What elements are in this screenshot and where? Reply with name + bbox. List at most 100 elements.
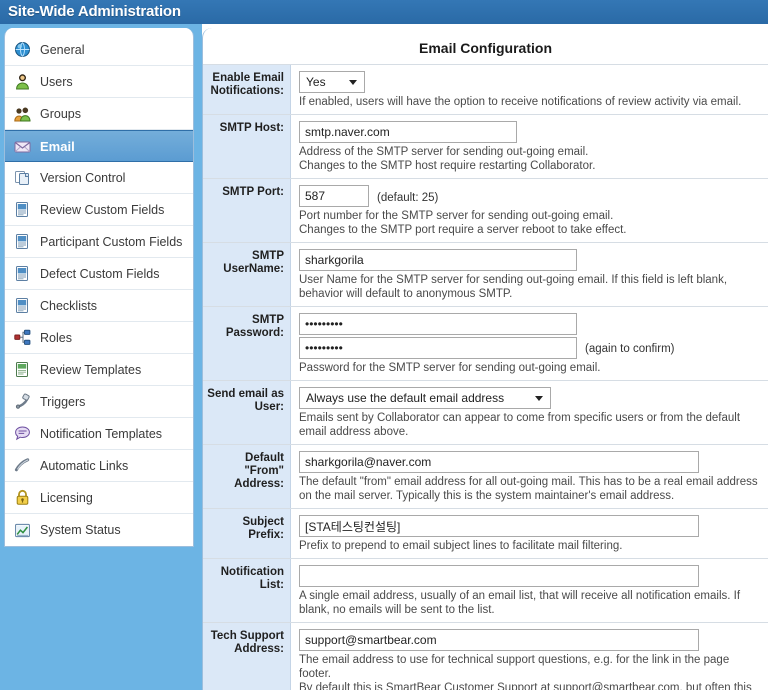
users-group-icon: [14, 105, 31, 122]
input-smtp-port[interactable]: [299, 185, 369, 207]
sidebar-item-label: Licensing: [40, 490, 93, 505]
field-label-smtp-password: SMTP Password:: [203, 307, 291, 380]
field-body-tech-support-address: The email address to use for technical s…: [291, 623, 768, 690]
smtp-password-confirm-input[interactable]: [299, 337, 577, 359]
sidebar-item-label: Checklists: [40, 298, 97, 313]
form-row-tech-support-address: Tech Support Address:The email address t…: [203, 622, 768, 690]
sidebar-item-label: Users: [40, 74, 73, 89]
field-help-smtp-username: User Name for the SMTP server for sendin…: [299, 274, 728, 300]
field-body-subject-prefix: Prefix to prepend to email subject lines…: [291, 509, 768, 558]
select-value: Always use the default email address: [306, 391, 505, 405]
sidebar-item-label: General: [40, 42, 85, 57]
sidebar-item-notification-templates[interactable]: Notification Templates: [5, 418, 193, 450]
field-help-default-from-address: The default "from" email address for all…: [299, 476, 758, 502]
chevron-down-icon: [535, 396, 543, 401]
field-help-subject-prefix: Prefix to prepend to email subject lines…: [299, 540, 623, 552]
field-help-smtp-password: Password for the SMTP server for sending…: [299, 362, 601, 374]
smtp-password-input[interactable]: [299, 313, 577, 335]
field-label-tech-support-address: Tech Support Address:: [203, 623, 291, 690]
field-help-enable-email-notifications: If enabled, users will have the option t…: [299, 96, 742, 108]
document-blue-icon: [14, 297, 31, 314]
input-default-from-address[interactable]: [299, 451, 699, 473]
field-body-default-from-address: The default "from" email address for all…: [291, 445, 768, 508]
field-body-send-email-as-user: Always use the default email address Emai…: [291, 381, 768, 444]
sidebar-item-label: Roles: [40, 330, 72, 345]
user-icon: [14, 73, 31, 90]
app-header: Site-Wide Administration: [0, 0, 768, 24]
envelope-icon: [14, 138, 31, 155]
sidebar-item-participant-custom-fields[interactable]: Participant Custom Fields: [5, 226, 193, 258]
sidebar-item-email[interactable]: Email: [5, 130, 193, 162]
field-body-smtp-host: Address of the SMTP server for sending o…: [291, 115, 768, 178]
field-note-smtp-port: (default: 25): [377, 191, 439, 204]
form-row-default-from-address: Default "From" Address: The default "from…: [203, 444, 768, 508]
sidebar-item-label: Version Control: [40, 170, 126, 185]
sidebar-item-label: Email: [40, 138, 75, 154]
field-help-send-email-as-user: Emails sent by Collaborator can appear t…: [299, 412, 741, 438]
email-configuration-form: Enable Email Notifications: Yes If enabled…: [203, 64, 768, 690]
sidebar-item-label: System Status: [40, 523, 121, 537]
form-row-smtp-port: SMTP Port: (default: 25) Port number for t…: [203, 178, 768, 242]
sidebar-item-label: Participant Custom Fields: [40, 234, 183, 249]
sidebar-item-licensing[interactable]: Licensing: [5, 482, 193, 514]
sidebar-item-general[interactable]: General: [5, 34, 193, 66]
sidebar-item-triggers[interactable]: Triggers: [5, 386, 193, 418]
sidebar-item-checklists[interactable]: Checklists: [5, 290, 193, 322]
document-green-icon: [14, 361, 31, 378]
network-nodes-icon: [14, 329, 31, 346]
sidebar-item-automatic-links[interactable]: Automatic Links: [5, 450, 193, 482]
input-subject-prefix[interactable]: [299, 515, 699, 537]
field-label-enable-email-notifications: Enable Email Notifications:: [203, 65, 291, 114]
sidebar-item-label: Defect Custom Fields: [40, 266, 160, 281]
main-panel: Email Configuration Enable Email Notific…: [202, 28, 768, 690]
field-body-enable-email-notifications: Yes If enabled, users will have the optio…: [291, 65, 768, 114]
chain-link-icon: [14, 457, 31, 474]
form-row-smtp-username: SMTP UserName: User Name for the SMTP ser…: [203, 242, 768, 306]
input-notification-list[interactable]: [299, 565, 699, 587]
field-label-default-from-address: Default "From" Address:: [203, 445, 291, 508]
select-send-email-as-user[interactable]: Always use the default email address: [299, 387, 551, 409]
field-help-notification-list: A single email address, usually of an em…: [299, 590, 741, 616]
field-body-smtp-port: (default: 25) Port number for the SMTP se…: [291, 179, 768, 242]
input-tech-support-address[interactable]: [299, 629, 699, 651]
chevron-down-icon: [349, 80, 357, 85]
lock-icon: [14, 489, 31, 506]
sidebar-item-system-status[interactable]: System Status: [5, 514, 193, 546]
field-label-notification-list: Notification List:: [203, 559, 291, 622]
field-help-smtp-port: Port number for the SMTP server for send…: [299, 210, 627, 236]
input-smtp-username[interactable]: [299, 249, 577, 271]
smtp-password-confirm-row: (again to confirm): [299, 337, 762, 359]
confirm-note: (again to confirm): [585, 343, 675, 355]
document-blue-icon: [14, 233, 31, 250]
panel-title: Email Configuration: [419, 40, 552, 56]
document-blue-icon: [14, 201, 31, 218]
sidebar-item-defect-custom-fields[interactable]: Defect Custom Fields: [5, 258, 193, 290]
form-row-subject-prefix: Subject Prefix: Prefix to prepend to emai…: [203, 508, 768, 558]
field-label-send-email-as-user: Send email as User:: [203, 381, 291, 444]
sidebar-item-label: Automatic Links: [40, 458, 129, 473]
sidebar-item-review-custom-fields[interactable]: Review Custom Fields: [5, 194, 193, 226]
input-smtp-host[interactable]: [299, 121, 517, 143]
field-body-smtp-password: (again to confirm) Password for the SMTP …: [291, 307, 768, 380]
sidebar-item-label: Review Custom Fields: [40, 202, 165, 217]
field-label-smtp-host: SMTP Host:: [203, 115, 291, 178]
sidebar-item-label: Notification Templates: [40, 426, 163, 441]
select-value: Yes: [306, 75, 326, 89]
sidebar-item-version-control[interactable]: Version Control: [5, 162, 193, 194]
field-label-subject-prefix: Subject Prefix:: [203, 509, 291, 558]
form-row-notification-list: Notification List: A single email address…: [203, 558, 768, 622]
sidebar-item-groups[interactable]: Groups: [5, 98, 193, 130]
globe-icon: [14, 41, 31, 58]
chart-icon: [14, 522, 31, 539]
sidebar-item-roles[interactable]: Roles: [5, 322, 193, 354]
form-row-enable-email-notifications: Enable Email Notifications: Yes If enabled…: [203, 64, 768, 114]
form-row-smtp-password: SMTP Password: (again to confirm) Password…: [203, 306, 768, 380]
plug-icon: [14, 393, 31, 410]
sidebar-nav: General Users Groups Email Version Control Re…: [4, 28, 194, 547]
sidebar-item-users[interactable]: Users: [5, 66, 193, 98]
field-help-tech-support-address: The email address to use for technical s…: [299, 654, 752, 690]
sidebar-item-review-templates[interactable]: Review Templates: [5, 354, 193, 386]
select-enable-email-notifications[interactable]: Yes: [299, 71, 365, 93]
sidebar-item-label: Triggers: [40, 394, 86, 409]
page-title: Site-Wide Administration: [8, 3, 181, 20]
